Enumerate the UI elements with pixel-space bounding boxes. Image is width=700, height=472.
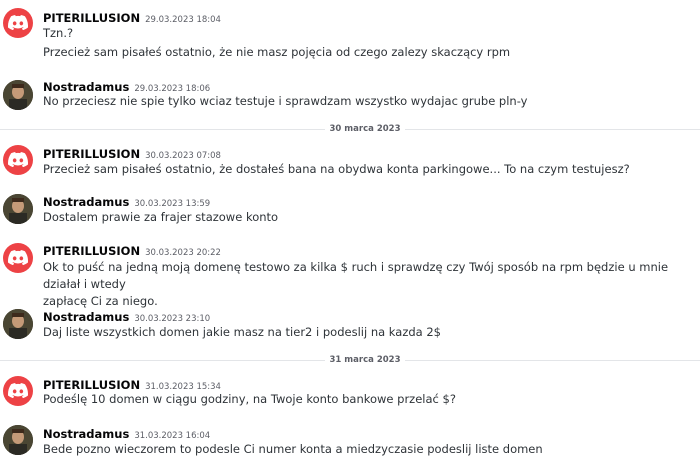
timestamp: 29.03.2023 18:04 (145, 15, 221, 25)
timestamp: 30.03.2023 20:22 (145, 248, 221, 258)
message-line: Ok to puść na jedną moją domenę testowo … (43, 260, 669, 291)
username[interactable]: PITERILLUSION (43, 378, 140, 392)
user-photo-avatar[interactable] (3, 80, 33, 110)
message-text: Bede pozno wieczorem to podesle Ci numer… (43, 441, 693, 458)
username[interactable]: Nostradamus (43, 80, 129, 94)
message-text: No przeciesz nie spie tylko wciaz testuj… (43, 93, 693, 110)
date-divider: 30 marca 2023 (0, 122, 700, 136)
username[interactable]: Nostradamus (43, 427, 129, 441)
message-line: Dostalem prawie za frajer stazowe konto (43, 210, 279, 224)
username[interactable]: Nostradamus (43, 310, 129, 324)
discord-logo-icon[interactable] (3, 8, 33, 38)
message-line: Bede pozno wieczorem to podesle Ci numer… (43, 442, 543, 456)
timestamp: 30.03.2023 23:10 (134, 314, 211, 324)
message-text: Podeślę 10 domen w ciągu godziny, na Two… (43, 391, 693, 408)
message-text: Tzn.? Przecież sam pisałeś ostatnio, że … (43, 25, 693, 61)
divider-line (0, 129, 325, 130)
message-text: Ok to puść na jedną moją domenę testowo … (43, 259, 693, 310)
username[interactable]: PITERILLUSION (43, 11, 140, 25)
message-line: Tzn.? (43, 26, 74, 40)
message-line: Przecież sam pisałeś ostatnio, że dostał… (43, 162, 630, 176)
message-line: Przecież sam pisałeś ostatnio, że nie ma… (43, 45, 511, 59)
message-text: Przecież sam pisałeś ostatnio, że dostał… (43, 161, 693, 178)
timestamp: 30.03.2023 07:08 (145, 151, 221, 161)
user-photo-avatar[interactable] (3, 194, 33, 224)
divider-date: 31 marca 2023 (329, 355, 401, 365)
user-photo-avatar[interactable] (3, 309, 33, 339)
message-line: Daj liste wszystkich domen jakie masz na… (43, 325, 441, 339)
date-divider: 31 marca 2023 (0, 353, 700, 367)
timestamp: 30.03.2023 13:59 (134, 199, 211, 209)
discord-logo-icon[interactable] (3, 145, 33, 175)
message-line: zapłacę Ci za niego. (43, 294, 158, 308)
timestamp: 31.03.2023 16:04 (134, 431, 211, 441)
message-text: Dostalem prawie za frajer stazowe konto (43, 209, 693, 226)
username[interactable]: PITERILLUSION (43, 147, 140, 161)
message-line: No przeciesz nie spie tylko wciaz testuj… (43, 94, 528, 108)
divider-line (405, 360, 700, 361)
message-line: Podeślę 10 domen w ciągu godziny, na Two… (43, 392, 456, 406)
message-text: Daj liste wszystkich domen jakie masz na… (43, 324, 693, 341)
user-photo-avatar[interactable] (3, 425, 33, 455)
divider-line (405, 129, 700, 130)
username[interactable]: PITERILLUSION (43, 244, 140, 258)
divider-line (0, 360, 325, 361)
username[interactable]: Nostradamus (43, 195, 129, 209)
discord-logo-icon[interactable] (3, 243, 33, 273)
discord-logo-icon[interactable] (3, 376, 33, 406)
divider-date: 30 marca 2023 (329, 124, 401, 134)
